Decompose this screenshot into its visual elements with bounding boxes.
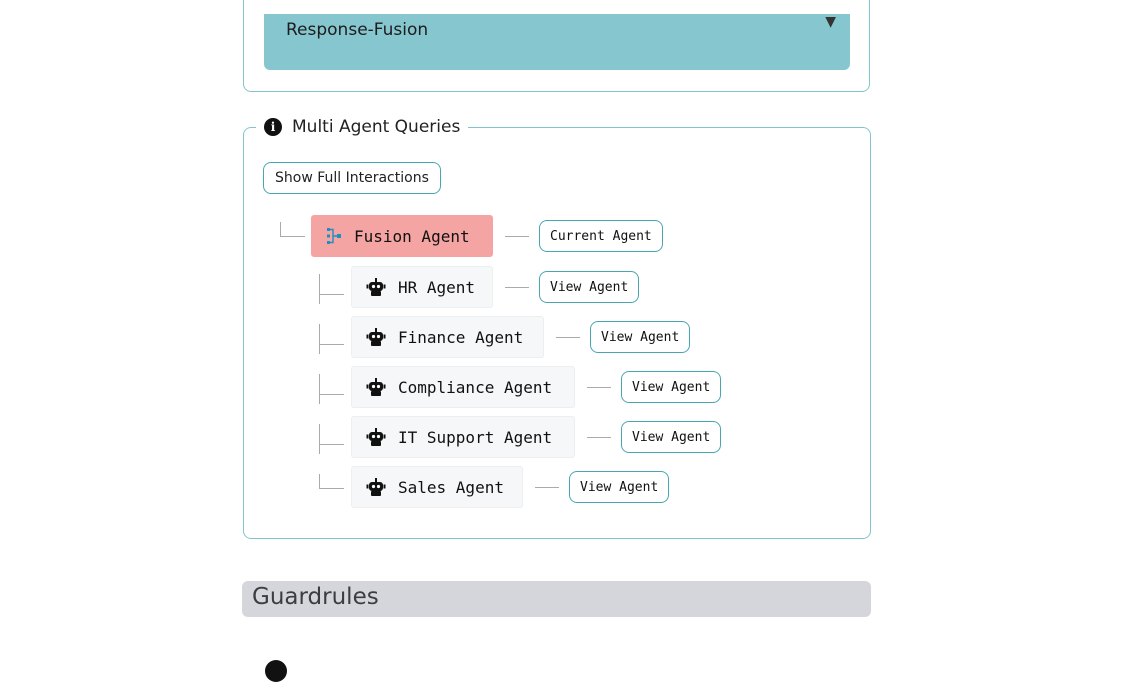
tree-node-agent[interactable]: Finance Agent — [351, 316, 544, 358]
view-agent-button[interactable]: View Agent — [621, 421, 722, 453]
current-agent-button[interactable]: Current Agent — [539, 220, 663, 252]
tree-connector — [319, 474, 344, 489]
robot-icon — [366, 477, 386, 497]
tree-node-label: HR Agent — [398, 277, 476, 297]
show-full-interactions-button[interactable]: Show Full Interactions — [263, 162, 441, 194]
response-mode-select[interactable]: Response-Fusion ▼ — [264, 14, 850, 70]
guardrules-section-header[interactable]: Guardrules — [242, 581, 871, 617]
view-agent-button[interactable]: View Agent — [569, 471, 670, 503]
robot-icon — [366, 427, 386, 447]
view-agent-button[interactable]: View Agent — [590, 321, 691, 353]
view-agent-button[interactable]: View Agent — [621, 371, 722, 403]
tree-dash — [587, 387, 611, 388]
tree-connector — [319, 424, 344, 454]
info-icon: i — [264, 118, 282, 136]
tree-dash — [505, 287, 529, 288]
tree-node-label: Fusion Agent — [354, 226, 470, 246]
tree-connector — [280, 222, 305, 237]
tree-dash — [556, 337, 580, 338]
guardrules-info-icon — [265, 660, 287, 682]
response-mode-value: Response-Fusion — [286, 20, 429, 40]
tree-node-label: Compliance Agent — [398, 377, 553, 397]
view-agent-button[interactable]: View Agent — [539, 271, 640, 303]
tree-node-fusion-agent[interactable]: Fusion Agent — [311, 215, 493, 257]
tree-node-agent[interactable]: Sales Agent — [351, 466, 523, 508]
tree-connector — [319, 324, 344, 354]
tree-node-agent[interactable]: IT Support Agent — [351, 416, 575, 458]
multi-agent-legend: i Multi Agent Queries — [256, 114, 469, 140]
multi-agent-title: Multi Agent Queries — [292, 117, 461, 137]
tree-node-label: Finance Agent — [398, 327, 524, 347]
tree-dash — [535, 487, 559, 488]
tree-connector — [319, 374, 344, 404]
tree-connector — [319, 274, 344, 304]
tree-node-label: IT Support Agent — [398, 427, 553, 447]
tree-node-label: Sales Agent — [398, 477, 504, 497]
tree-dash — [505, 236, 529, 237]
fusion-flow-icon — [326, 227, 342, 245]
tree-node-agent[interactable]: HR Agent — [351, 266, 493, 308]
robot-icon — [366, 277, 386, 297]
dropdown-arrow-icon[interactable]: ▼ — [825, 14, 836, 30]
robot-icon — [366, 377, 386, 397]
tree-dash — [587, 437, 611, 438]
robot-icon — [366, 327, 386, 347]
guardrules-title: Guardrules — [252, 584, 379, 610]
tree-node-agent[interactable]: Compliance Agent — [351, 366, 575, 408]
